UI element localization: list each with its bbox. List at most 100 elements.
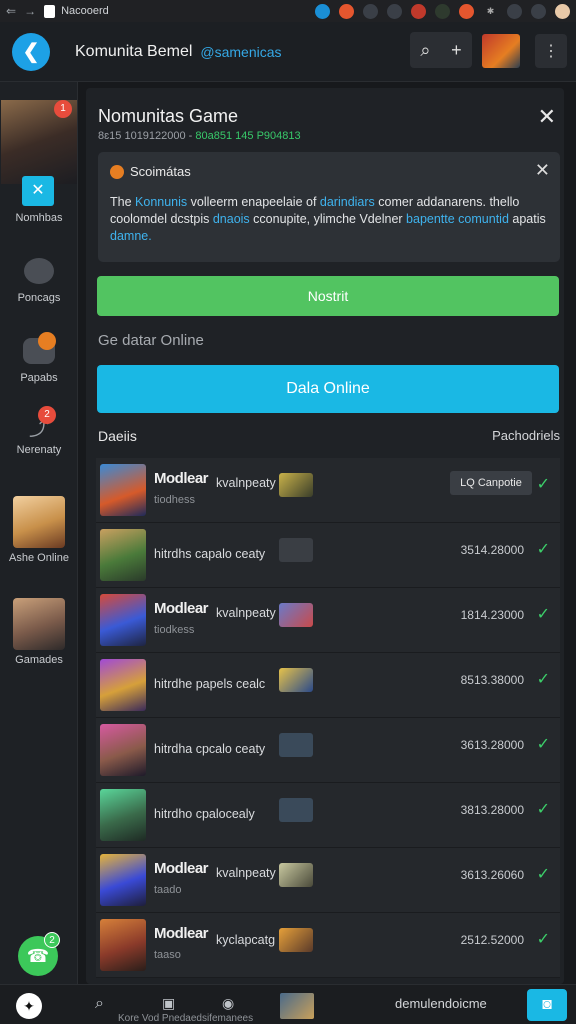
check-icon[interactable]: ✓ xyxy=(537,799,550,819)
item-title-secondary: kvalnpeaty xyxy=(216,606,276,620)
item-description: hitrdho cpalocealy xyxy=(154,807,255,821)
notice-title: Scoimátas xyxy=(130,164,191,179)
sidebar-item-label: Nerenaty xyxy=(16,444,62,456)
fab-badge: 2 xyxy=(44,932,60,948)
profile-icon[interactable]: ◉ xyxy=(222,995,234,1012)
list-item[interactable]: Modlear kyclapcatg taaso 2512.52000 ✓ xyxy=(96,913,560,978)
extension-shield-icon[interactable] xyxy=(363,3,378,19)
check-icon[interactable]: ✓ xyxy=(537,669,550,689)
list-item[interactable]: Modlear kvalnpeaty tiodkess 1814.23000 ✓ xyxy=(96,588,560,653)
list-item[interactable]: hitrdhe papels cealc 8513.38000 ✓ xyxy=(96,653,560,718)
extension-flag-icon[interactable] xyxy=(459,3,474,19)
add-icon[interactable]: + xyxy=(451,40,462,61)
sidebar: 1 ✕ Nomhbas Poncags Papabs ⤴ 2 Nerenaty … xyxy=(0,82,78,984)
back-icon[interactable]: ⇐ xyxy=(6,4,16,18)
notice-body: The Konnunis volleerm enapeelaie of dari… xyxy=(110,194,550,245)
list-item[interactable]: hitrdhs capalo ceaty 3514.28000 ✓ xyxy=(96,523,560,588)
tab-title[interactable]: Nacooerd xyxy=(61,5,109,17)
item-description: hitrdha cpcalo ceaty xyxy=(154,742,266,756)
item-mini-thumbnail xyxy=(279,603,313,627)
item-title-secondary: kvalnpeaty xyxy=(216,866,276,880)
notice-link[interactable]: damne. xyxy=(110,229,152,243)
item-title-secondary: kvalnpeaty xyxy=(216,476,276,490)
sidebar-item-nomhbas[interactable]: 1 ✕ Nomhbas xyxy=(0,100,78,224)
item-title: Modlear xyxy=(154,600,209,617)
subtitle-highlight: 80a851 145 P904813 xyxy=(195,130,301,142)
forward-icon[interactable]: → xyxy=(24,4,36,18)
item-action-button[interactable]: LQ Canpotie xyxy=(450,471,532,495)
app-header: ❮ Komunita Bemel @samenicas ⌕ + ⋮ xyxy=(0,22,576,82)
item-mini-thumbnail xyxy=(279,538,313,562)
notice-link[interactable]: dnaois xyxy=(213,212,250,226)
browser-toolbar: ⇐ → Nacooerd ✱ xyxy=(0,0,576,22)
bottom-right-label[interactable]: demulendoicme xyxy=(395,996,487,1011)
settings-icon[interactable] xyxy=(531,3,546,19)
sidebar-item-label: Gamades xyxy=(15,654,63,666)
sidebar-item-label: Nomhbas xyxy=(15,212,63,224)
bottom-bar: ✦ ⌕ ▣ ◉ Kore Vod Pnedaedsifemanees demul… xyxy=(0,984,576,1024)
sidebar-item-label: Poncags xyxy=(17,292,61,304)
more-menu-icon[interactable]: ⋮ xyxy=(535,34,567,68)
search-icon[interactable]: ⌕ xyxy=(420,40,430,61)
list-header-left: Daeiis xyxy=(98,428,137,444)
chat-fab-button[interactable]: ☎ 2 xyxy=(18,932,60,976)
game-thumbnail xyxy=(100,854,146,906)
extension-orange-icon[interactable] xyxy=(339,3,354,19)
sidebar-item-papabs[interactable]: Papabs xyxy=(0,332,78,384)
section-label: Ge datar Online xyxy=(98,332,204,349)
item-value: 8513.38000 xyxy=(460,673,524,687)
item-mini-thumbnail xyxy=(279,668,313,692)
store-icon[interactable]: ▣ xyxy=(162,995,175,1012)
notice-icon xyxy=(110,164,124,179)
list-item[interactable]: hitrdho cpalocealy 3813.28000 ✓ xyxy=(96,783,560,848)
notice-link[interactable]: darindiars xyxy=(320,195,375,209)
nostrit-button[interactable]: Nostrit xyxy=(97,276,559,316)
community-handle[interactable]: @samenicas xyxy=(200,44,281,60)
puzzle-icon[interactable] xyxy=(507,3,522,19)
check-icon[interactable]: ✓ xyxy=(537,929,550,949)
game-thumbnail xyxy=(13,496,65,548)
game-thumbnail xyxy=(100,659,146,711)
sidebar-item-poncags[interactable]: Poncags xyxy=(0,258,78,304)
check-icon[interactable]: ✓ xyxy=(537,734,550,754)
list-item[interactable]: Modlear kvalnpeaty taado 3613.26060 ✓ xyxy=(96,848,560,913)
item-subtitle: tiodhess xyxy=(154,494,195,506)
game-thumbnail xyxy=(100,789,146,841)
sidebar-item-nerenaty[interactable]: ⤴ 2 Nerenaty xyxy=(0,406,78,456)
item-mini-thumbnail xyxy=(279,473,313,497)
notice-link[interactable]: bapentte comuntid xyxy=(406,212,509,226)
notification-badge: 1 xyxy=(54,100,72,118)
app-logo-icon[interactable]: ❮ xyxy=(12,32,50,71)
star-icon[interactable]: ✱ xyxy=(483,4,498,19)
notice-close-icon[interactable]: ✕ xyxy=(535,160,550,181)
extension-red-icon[interactable] xyxy=(411,3,426,19)
list-header-right[interactable]: Pachodriels xyxy=(492,428,560,443)
check-icon[interactable]: ✓ xyxy=(537,604,550,624)
sidebar-item-ashe-online[interactable]: Ashe Online xyxy=(0,496,78,564)
check-icon[interactable]: ✓ xyxy=(537,864,550,884)
sidebar-item-gamades[interactable]: Gamades xyxy=(0,598,78,666)
search-icon[interactable]: ⌕ xyxy=(95,995,104,1013)
item-mini-thumbnail xyxy=(279,863,313,887)
check-icon[interactable]: ✓ xyxy=(537,474,550,494)
check-icon[interactable]: ✓ xyxy=(537,539,550,559)
user-avatar[interactable] xyxy=(482,34,520,68)
notice-link[interactable]: Konnunis xyxy=(135,195,187,209)
close-icon[interactable]: ✕ xyxy=(538,104,556,130)
item-description: hitrdhe papels cealc xyxy=(154,677,266,691)
notification-badge: 2 xyxy=(38,406,56,424)
extension-green-icon[interactable] xyxy=(435,3,450,19)
game-thumbnail xyxy=(100,919,146,971)
game-mini-icon[interactable] xyxy=(280,993,314,1019)
home-icon[interactable]: ✦ xyxy=(16,993,42,1019)
profile-avatar-icon[interactable] xyxy=(555,3,570,19)
game-list: Modlear kvalnpeaty tiodhess LQ Canpotie … xyxy=(96,458,560,978)
camera-button[interactable]: ◙ xyxy=(527,989,567,1021)
item-value: 3613.26060 xyxy=(460,868,524,882)
extension-v-icon[interactable] xyxy=(387,3,402,19)
list-item[interactable]: hitrdha cpcalo ceaty 3613.28000 ✓ xyxy=(96,718,560,783)
bottom-label: Kore Vod Pnedaedsifemanees xyxy=(118,1013,254,1024)
list-item[interactable]: Modlear kvalnpeaty tiodhess LQ Canpotie … xyxy=(96,458,560,523)
extension-blue-icon[interactable] xyxy=(315,3,330,19)
dala-online-button[interactable]: Dala Online xyxy=(97,365,559,413)
